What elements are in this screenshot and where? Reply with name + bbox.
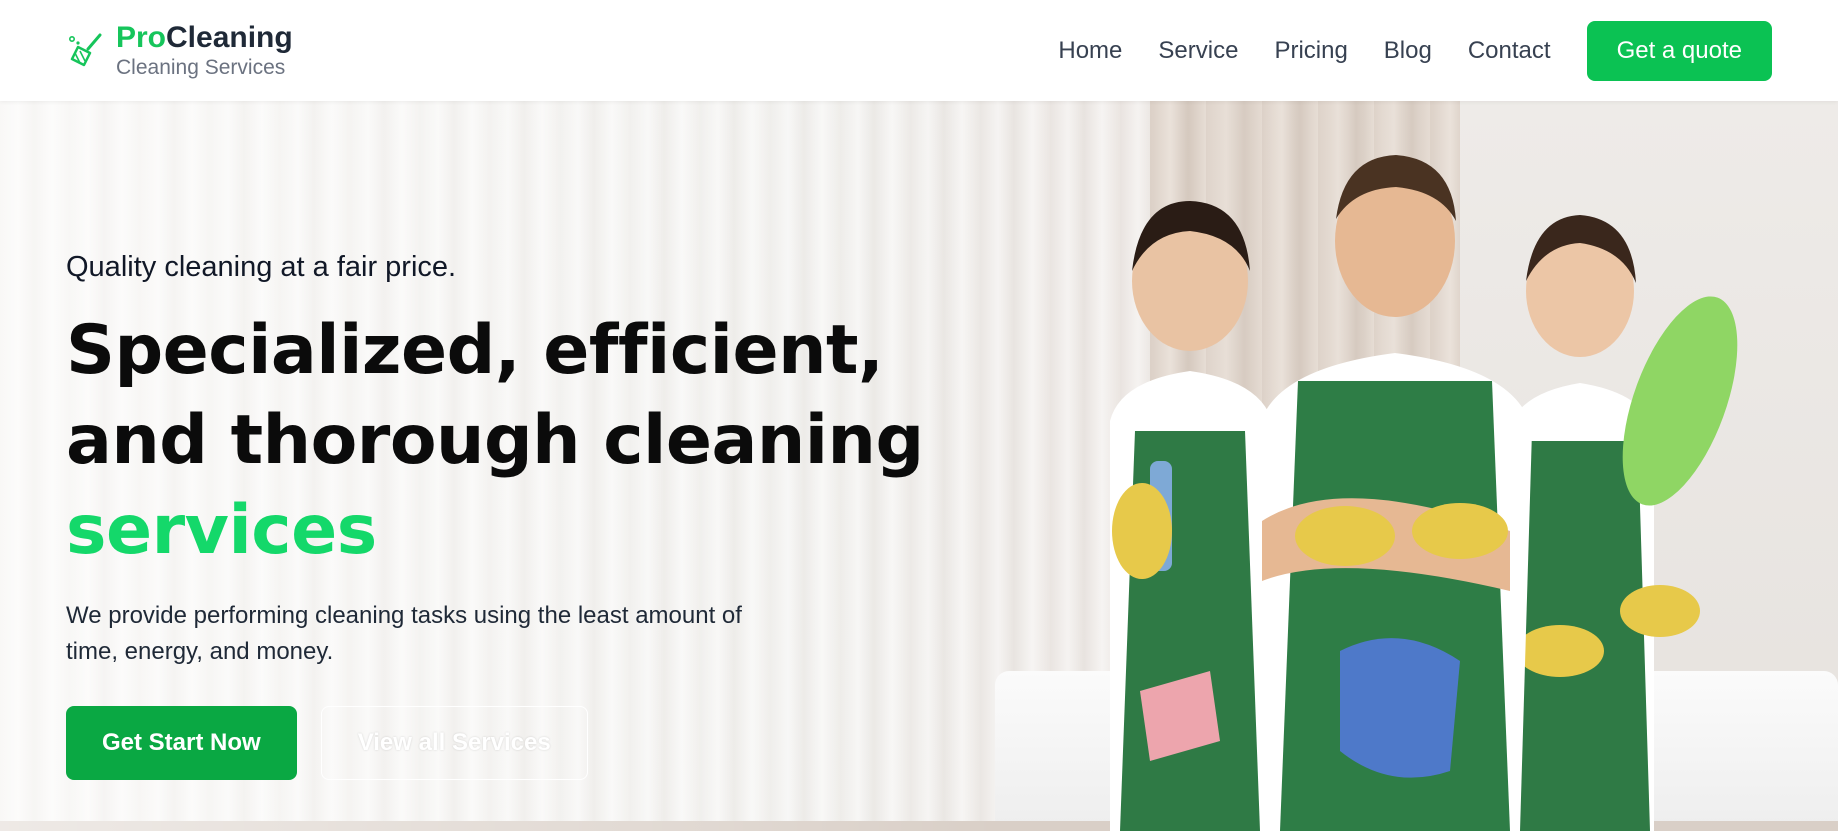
- brand-name: ProCleaning: [116, 21, 293, 54]
- broom-icon: [68, 33, 102, 66]
- brand-text: ProCleaning Cleaning Services: [116, 21, 293, 79]
- nav-blog[interactable]: Blog: [1384, 37, 1432, 65]
- get-quote-button[interactable]: Get a quote: [1586, 20, 1772, 81]
- headline-line-2: and thorough cleaning: [66, 401, 924, 480]
- nav-contact[interactable]: Contact: [1468, 37, 1551, 65]
- hero-description: We provide performing cleaning tasks usi…: [66, 602, 742, 665]
- brand-tagline: Cleaning Services: [116, 56, 286, 80]
- brand-name-accent: Pro: [116, 21, 167, 55]
- hero-eyebrow: Quality cleaning at a fair price.: [66, 251, 457, 283]
- brand-name-rest: Cleaning: [166, 21, 293, 55]
- cleaning-team-image: [1110, 155, 1738, 831]
- team-member-center: [1258, 155, 1532, 831]
- headline-line-1: Specialized, efficient,: [66, 311, 884, 390]
- hero-cta-row: Get Start Now View all Services: [66, 706, 966, 780]
- get-start-now-button[interactable]: Get Start Now: [66, 706, 297, 780]
- team-member-left: [1110, 201, 1272, 831]
- hero-content: Quality cleaning at a fair price. Specia…: [66, 251, 966, 780]
- nav-home[interactable]: Home: [1058, 37, 1122, 65]
- hero-headline: Specialized, efficient, and thorough cle…: [66, 306, 966, 576]
- headline-accent: services: [66, 491, 377, 570]
- view-all-services-button[interactable]: View all Services: [320, 706, 588, 780]
- nav-pricing[interactable]: Pricing: [1274, 37, 1347, 65]
- site-header: ProCleaning Cleaning Services Home Servi…: [0, 0, 1838, 101]
- team-member-right: [1508, 215, 1738, 831]
- brand-logo[interactable]: ProCleaning Cleaning Services: [66, 21, 293, 79]
- hero-section: Quality cleaning at a fair price. Specia…: [0, 101, 1838, 831]
- main-nav: Home Service Pricing Blog Contact Get a …: [1058, 20, 1772, 81]
- nav-service[interactable]: Service: [1158, 37, 1238, 65]
